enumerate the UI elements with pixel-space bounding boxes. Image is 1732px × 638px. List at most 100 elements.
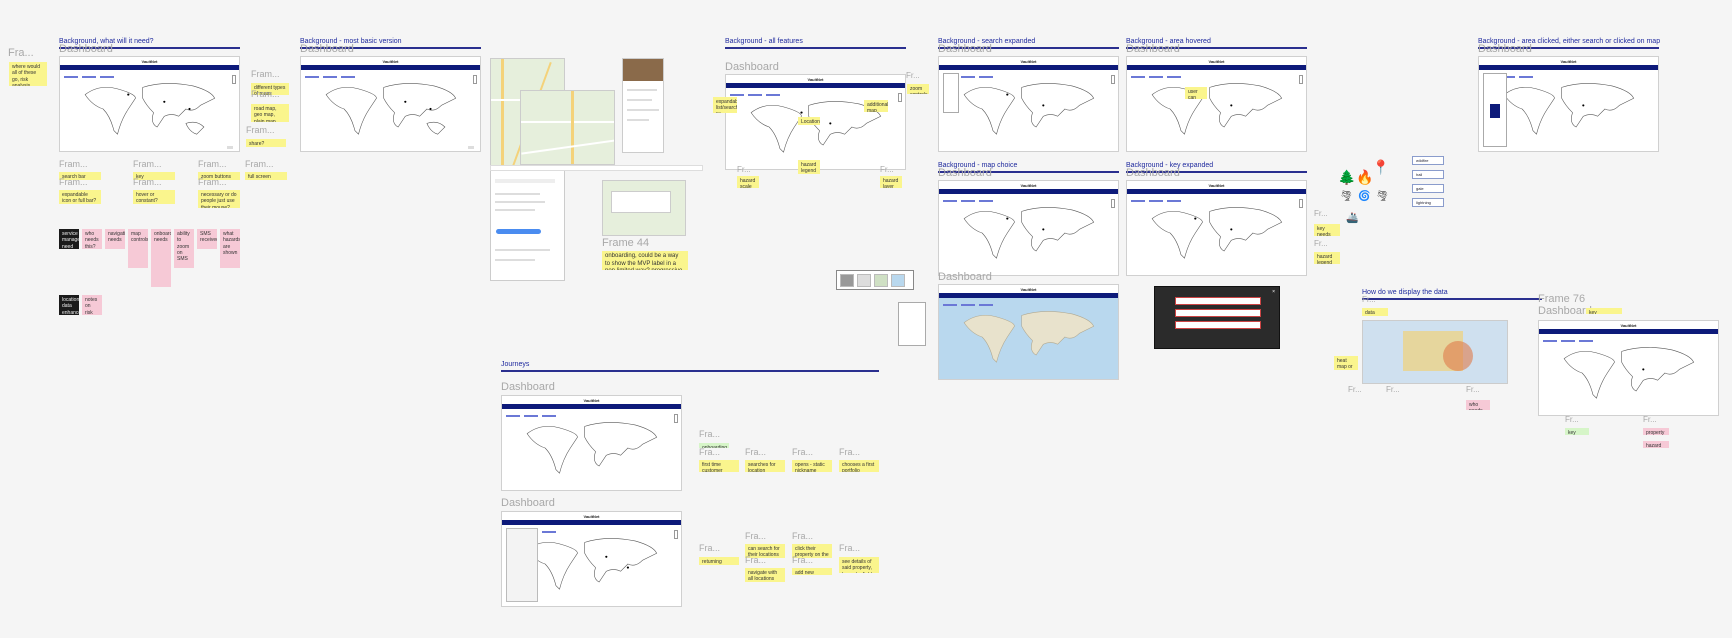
close-icon[interactable]: ×: [1272, 289, 1275, 295]
dashboard-mockup[interactable]: VaultNet: [1478, 56, 1659, 152]
frame-label: Fr...: [1565, 415, 1579, 424]
legend-item: gale: [1412, 184, 1444, 193]
frame-label: Dashboard: [1538, 305, 1592, 317]
sticky-note[interactable]: notes on risk: [82, 295, 102, 315]
frame-label: Fr...: [1386, 385, 1400, 394]
legend-item: wildfire: [1412, 156, 1444, 165]
dashboard-mockup[interactable]: VaultNet user can see area snapshot, ris…: [1126, 56, 1307, 152]
world-map: [1503, 83, 1634, 135]
tornado-icon: 🌪: [1376, 191, 1389, 202]
sticky-note[interactable]: first time customer: [699, 460, 739, 472]
sticky-note[interactable]: who needs this?: [82, 229, 102, 249]
frame-label: Fram...: [198, 177, 227, 187]
frame-label: Fra...: [699, 543, 721, 553]
sticky-note[interactable]: add new: [792, 568, 832, 575]
frame-label: Fr...: [1466, 385, 1480, 394]
frame-label: Fram...: [133, 159, 162, 169]
frame-label: Fra...: [745, 531, 767, 541]
sticky-note[interactable]: user can see area snapshot, risk scores: [1185, 87, 1207, 99]
sticky-note[interactable]: who needs this?: [1466, 400, 1490, 410]
world-map: [84, 83, 215, 135]
sticky-note[interactable]: hover or constant?: [133, 190, 175, 204]
frame-label: Fram...: [245, 159, 274, 169]
sticky-note[interactable]: additional map type selector, toggle for…: [864, 100, 888, 112]
frame-label: Dashboard: [938, 167, 992, 179]
reference-map-screenshot: [602, 180, 686, 236]
frame-label: Fra...: [792, 531, 814, 541]
sticky-note[interactable]: expandable list/search filters, hazard s…: [713, 97, 737, 113]
sticky-note[interactable]: returning customer: [699, 557, 739, 565]
sticky-note[interactable]: opens - static nickname: [792, 460, 832, 472]
frame-label: Fra...: [699, 429, 721, 439]
dashboard-mockup[interactable]: VaultNet: [501, 511, 682, 607]
mock-logo: VaultNet: [583, 514, 600, 519]
dashboard-mockup-roadmap[interactable]: VaultNet: [938, 284, 1119, 380]
dashboard-mockup[interactable]: VaultNet: [938, 180, 1119, 276]
dashboard-mockup[interactable]: VaultNet: [938, 56, 1119, 152]
frame-label: Fram...: [59, 159, 88, 169]
sticky-note[interactable]: heat map or pin clusters: [1334, 356, 1358, 370]
frame-label: Fram...: [59, 177, 88, 187]
frame-label: Fram...: [198, 159, 227, 169]
frame-label: Dashboard: [938, 271, 992, 283]
sticky-note[interactable]: navigation needs: [105, 229, 125, 249]
sticky-note[interactable]: onboarding, could be a way to show the M…: [602, 251, 688, 270]
sticky-note[interactable]: service managers need to know risk: [59, 229, 79, 249]
sticky-note[interactable]: map controls: [128, 229, 148, 268]
reference-map-screenshot: [520, 90, 615, 165]
sticky-note[interactable]: where would all of these go, risk analys…: [9, 62, 47, 86]
modal-mockup[interactable]: ×: [1154, 286, 1280, 349]
sticky-note[interactable]: hazard legend key shows: [1314, 252, 1340, 264]
sticky-note[interactable]: zoom controls: [907, 84, 929, 94]
sticky-note[interactable]: hazard legend key shows: [798, 160, 820, 174]
sticky-note[interactable]: ability to zoom on SMS: [174, 229, 194, 268]
frame-label: Fr...: [737, 165, 751, 174]
sticky-note[interactable]: hazard zones: [1643, 441, 1669, 448]
world-map: [1563, 347, 1694, 399]
sticky-note[interactable]: hazard layer toggles and key: [880, 176, 902, 188]
sticky-note[interactable]: necessary or do people just use their mo…: [198, 190, 240, 208]
sticky-note[interactable]: onboarding needs: [151, 229, 171, 287]
dashboard-mockup[interactable]: VaultNet: [300, 56, 481, 152]
fire-icon: 🌲: [1338, 169, 1356, 185]
sticky-note[interactable]: data overlay style: [1362, 308, 1388, 316]
sticky-note[interactable]: what hazards are shown: [220, 229, 240, 268]
mock-logo: VaultNet: [1020, 59, 1037, 64]
frame-label: Fr...: [1314, 209, 1328, 218]
mock-logo: VaultNet: [1620, 323, 1637, 328]
sticky-note[interactable]: see details of said property, hazards, f…: [839, 557, 879, 573]
world-map: [325, 83, 456, 135]
sticky-note[interactable]: chooses a first portfolio: [839, 460, 879, 472]
frame-label: Dashboard: [59, 43, 113, 55]
dashboard-mockup[interactable]: VaultNet: [1538, 320, 1719, 416]
sticky-note[interactable]: full screen mode: [245, 172, 287, 180]
sticky-note[interactable]: key: [1565, 428, 1589, 435]
map-type-selector[interactable]: [836, 270, 914, 290]
sticky-note[interactable]: navigate with all locations previously s…: [745, 568, 785, 582]
sticky-note[interactable]: property detail: [1643, 428, 1669, 435]
sticky-note[interactable]: key: [1586, 308, 1622, 314]
sticky-note[interactable]: road map, geo map, plain map, google map: [251, 104, 289, 122]
frame-label: Fram...: [246, 125, 275, 135]
sticky-note[interactable]: location data enhancer needs more: [59, 295, 79, 315]
world-map: [1151, 207, 1282, 259]
sticky-note[interactable]: Location search field: [798, 117, 820, 125]
sticky-note[interactable]: SMS received: [197, 229, 217, 249]
whiteboard-canvas[interactable]: Fra... where would all of these go, risk…: [0, 0, 1732, 638]
sticky-note[interactable]: share?: [246, 139, 286, 147]
mock-logo: VaultNet: [583, 398, 600, 403]
dashboard-mockup[interactable]: VaultNet: [59, 56, 240, 152]
sticky-note[interactable]: searches for location: [745, 460, 785, 472]
key-panel[interactable]: [898, 302, 926, 346]
sticky-note[interactable]: expandable icon or full bar?: [59, 190, 101, 204]
dashboard-mockup[interactable]: VaultNet: [1126, 180, 1307, 276]
sticky-note[interactable]: key needs: [1314, 224, 1340, 236]
mock-logo: VaultNet: [807, 77, 824, 82]
section-rule: [501, 370, 879, 372]
dashboard-mockup[interactable]: VaultNet: [501, 395, 682, 491]
sticky-note[interactable]: hazard scale colors: [737, 176, 759, 188]
location-pin-icon: 📍: [1372, 159, 1390, 175]
frame-label: Fr...: [1362, 295, 1376, 304]
frame-label: Fra...: [8, 47, 34, 59]
mock-logo: VaultNet: [1020, 287, 1037, 292]
